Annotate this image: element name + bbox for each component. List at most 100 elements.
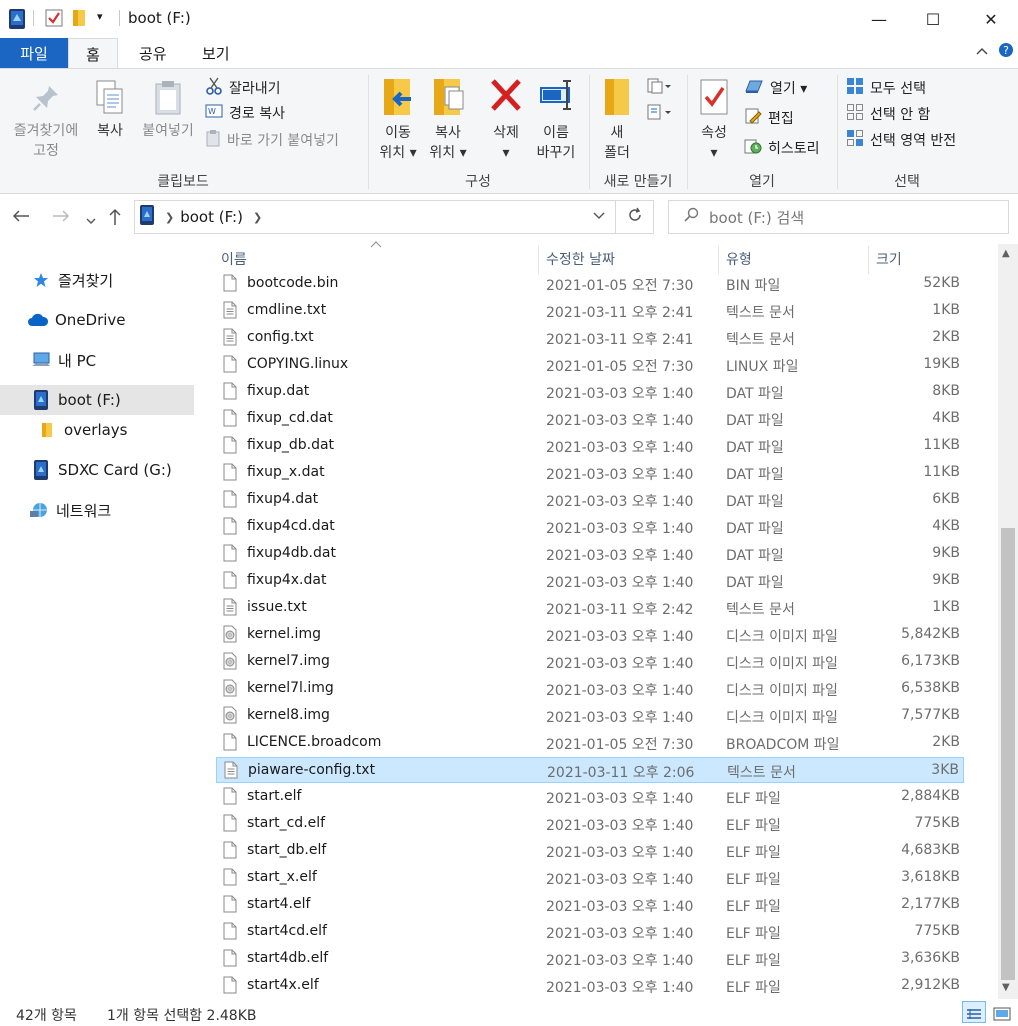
file-row[interactable]: fixup.dat 2021-03-03 오후 1:40 DAT 파일 8KB bbox=[216, 379, 964, 405]
address-history-chevron-icon[interactable] bbox=[593, 208, 605, 223]
drive-icon[interactable] bbox=[8, 9, 26, 33]
maximize-button[interactable]: ☐ bbox=[906, 0, 960, 38]
file-row[interactable]: fixup_cd.dat 2021-03-03 오후 1:40 DAT 파일 4KB bbox=[216, 406, 964, 432]
file-row[interactable]: fixup_db.dat 2021-03-03 오후 1:40 DAT 파일 11KB bbox=[216, 433, 964, 459]
file-row[interactable]: LICENCE.broadcom 2021-01-05 오전 7:30 BROADC… bbox=[216, 730, 964, 756]
scissors-icon bbox=[205, 77, 223, 99]
history-icon bbox=[744, 137, 762, 159]
file-row[interactable]: start_x.elf 2021-03-03 오후 1:40 ELF 파일 3,618… bbox=[216, 865, 964, 891]
file-row[interactable]: start4db.elf 2021-03-03 오후 1:40 ELF 파일 3,63… bbox=[216, 946, 964, 972]
breadcrumb-chevron-icon[interactable]: ❯ bbox=[165, 211, 174, 224]
delete-button[interactable]: 삭제 ▾ bbox=[484, 77, 528, 163]
file-row[interactable]: config.txt 2021-03-11 오후 2:41 텍스트 문서 2KB bbox=[216, 325, 964, 351]
nav-item-onedrive[interactable]: OneDrive bbox=[0, 305, 194, 335]
file-row[interactable]: fixup4cd.dat 2021-03-03 오후 1:40 DAT 파일 4KB bbox=[216, 514, 964, 540]
column-divider[interactable] bbox=[868, 246, 869, 274]
file-row[interactable]: bootcode.bin 2021-01-05 오전 7:30 BIN 파일 52KB bbox=[216, 271, 964, 297]
paste-shortcut-label: 바로 가기 붙여넣기 bbox=[227, 133, 339, 149]
help-icon[interactable]: ? bbox=[998, 42, 1014, 62]
text-file-icon bbox=[223, 301, 237, 323]
rename-button[interactable]: 이름 바꾸기 bbox=[532, 77, 580, 163]
copy-button[interactable]: 복사 bbox=[88, 79, 132, 141]
breadcrumb-chevron-icon[interactable]: ❯ bbox=[253, 211, 262, 224]
new-folder-button[interactable]: 새 폴더 bbox=[596, 77, 638, 163]
nav-item-sdxc-card[interactable]: SDXC Card (G:) bbox=[0, 455, 194, 485]
edit-button[interactable]: 편집 bbox=[744, 107, 794, 129]
file-row[interactable]: start4.elf 2021-03-03 오후 1:40 ELF 파일 2,177K… bbox=[216, 892, 964, 918]
nav-item-boot-drive[interactable]: boot (F:) bbox=[0, 385, 194, 415]
breadcrumb-item[interactable]: boot (F:) bbox=[180, 208, 243, 226]
recent-locations-chevron-icon[interactable] bbox=[86, 210, 96, 229]
minimize-button[interactable]: — bbox=[852, 0, 906, 38]
search-box[interactable]: boot (F:) 검색 bbox=[668, 200, 1009, 234]
close-button[interactable]: ✕ bbox=[964, 0, 1018, 38]
easy-access-button[interactable] bbox=[646, 103, 672, 125]
tab-view[interactable]: 보기 bbox=[188, 38, 244, 68]
file-icon bbox=[223, 976, 237, 998]
open-button[interactable]: 열기 ▾ bbox=[744, 77, 807, 99]
new-folder-quick-icon[interactable] bbox=[72, 9, 86, 31]
address-bar[interactable]: ❯ boot (F:) ❯ bbox=[134, 200, 616, 234]
history-button[interactable]: 히스토리 bbox=[744, 137, 820, 159]
cut-button[interactable]: 잘라내기 bbox=[205, 77, 281, 99]
select-none-button[interactable]: 선택 안 함 bbox=[846, 103, 930, 125]
scroll-down-arrow-icon[interactable]: ▼ bbox=[1002, 982, 1010, 993]
back-arrow-icon[interactable] bbox=[12, 208, 30, 227]
file-row[interactable]: fixup4x.dat 2021-03-03 오후 1:40 DAT 파일 9KB bbox=[216, 568, 964, 594]
new-item-button[interactable] bbox=[646, 77, 672, 99]
file-row[interactable]: cmdline.txt 2021-03-11 오후 2:41 텍스트 문서 1KB bbox=[216, 298, 964, 324]
nav-item-network[interactable]: 네트워크 bbox=[0, 495, 194, 525]
properties-checkmark-icon[interactable] bbox=[45, 9, 63, 31]
pin-to-quick-access-button[interactable]: 즐겨찾기에 고정 bbox=[6, 83, 86, 161]
paste-button[interactable]: 붙여넣기 bbox=[136, 79, 200, 141]
file-row[interactable]: start.elf 2021-03-03 오후 1:40 ELF 파일 2,884KB bbox=[216, 784, 964, 810]
tab-share[interactable]: 공유 bbox=[125, 38, 181, 68]
copy-path-button[interactable]: W 경로 복사 bbox=[205, 103, 285, 123]
scrollbar-thumb[interactable] bbox=[1001, 528, 1015, 980]
paste-shortcut-button[interactable]: 바로 가기 붙여넣기 bbox=[205, 129, 339, 151]
nav-item-quick-access[interactable]: 즐겨찾기 bbox=[0, 265, 194, 295]
file-name: start4db.elf bbox=[247, 950, 329, 966]
file-icon bbox=[223, 949, 237, 971]
file-row[interactable]: fixup_x.dat 2021-03-03 오후 1:40 DAT 파일 11KB bbox=[216, 460, 964, 486]
large-icons-view-button[interactable] bbox=[990, 1001, 1014, 1023]
up-arrow-icon[interactable] bbox=[108, 208, 122, 230]
file-row[interactable]: fixup4db.dat 2021-03-03 오후 1:40 DAT 파일 9KB bbox=[216, 541, 964, 567]
copy-to-button[interactable]: 복사 위치 ▾ bbox=[424, 77, 472, 163]
file-row[interactable]: issue.txt 2021-03-11 오후 2:42 텍스트 문서 1KB bbox=[216, 595, 964, 621]
column-header-name[interactable]: 이름 bbox=[221, 249, 247, 269]
file-row[interactable]: kernel.img 2021-03-03 오후 1:40 디스크 이미지 파일 5,… bbox=[216, 622, 964, 648]
move-to-button[interactable]: 이동 위치 ▾ bbox=[374, 77, 422, 163]
file-row[interactable]: start4cd.elf 2021-03-03 오후 1:40 ELF 파일 775K… bbox=[216, 919, 964, 945]
invert-selection-button[interactable]: 선택 영역 반전 bbox=[846, 129, 956, 151]
nav-item-this-pc[interactable]: 내 PC bbox=[0, 345, 194, 375]
quick-access-dropdown-icon[interactable]: ▾ bbox=[97, 10, 103, 23]
properties-button[interactable]: 속성 ▾ bbox=[694, 77, 734, 163]
column-header-size[interactable]: 크기 bbox=[876, 249, 902, 269]
file-row[interactable]: kernel7l.img 2021-03-03 오후 1:40 디스크 이미지 파일… bbox=[216, 676, 964, 702]
collapse-ribbon-icon[interactable] bbox=[976, 44, 988, 59]
file-row[interactable]: kernel8.img 2021-03-03 오후 1:40 디스크 이미지 파일 7… bbox=[216, 703, 964, 729]
file-row[interactable]: start4x.elf 2021-03-03 오후 1:40 ELF 파일 2,912… bbox=[216, 973, 964, 999]
file-size: 6,538KB bbox=[901, 680, 960, 696]
file-row[interactable]: COPYING.linux 2021-01-05 오전 7:30 LINUX 파일 1… bbox=[216, 352, 964, 378]
column-header-date[interactable]: 수정한 날짜 bbox=[546, 249, 615, 269]
tab-file[interactable]: 파일 bbox=[0, 38, 68, 68]
refresh-button[interactable] bbox=[616, 200, 654, 234]
file-row[interactable]: kernel7.img 2021-03-03 오후 1:40 디스크 이미지 파일 6… bbox=[216, 649, 964, 675]
column-divider[interactable] bbox=[718, 246, 719, 274]
column-header-type[interactable]: 유형 bbox=[726, 249, 752, 269]
forward-arrow-icon[interactable] bbox=[52, 208, 70, 227]
tab-home[interactable]: 홈 bbox=[68, 38, 118, 69]
file-row[interactable]: start_cd.elf 2021-03-03 오후 1:40 ELF 파일 775K… bbox=[216, 811, 964, 837]
scroll-up-arrow-icon[interactable]: ▲ bbox=[1002, 248, 1010, 259]
nav-item-overlays[interactable]: overlays bbox=[0, 415, 194, 445]
file-row[interactable]: start_db.elf 2021-03-03 오후 1:40 ELF 파일 4,68… bbox=[216, 838, 964, 864]
select-all-button[interactable]: 모두 선택 bbox=[846, 77, 926, 99]
file-row[interactable]: piaware-config.txt 2021-03-11 오후 2:06 텍스트 … bbox=[216, 757, 964, 783]
details-view-button[interactable] bbox=[962, 1001, 986, 1023]
file-row[interactable]: fixup4.dat 2021-03-03 오후 1:40 DAT 파일 6KB bbox=[216, 487, 964, 513]
vertical-scrollbar[interactable]: ▲ ▼ bbox=[998, 244, 1018, 999]
move-to-label: 이동 위치 ▾ bbox=[379, 125, 417, 161]
column-divider[interactable] bbox=[538, 246, 539, 274]
